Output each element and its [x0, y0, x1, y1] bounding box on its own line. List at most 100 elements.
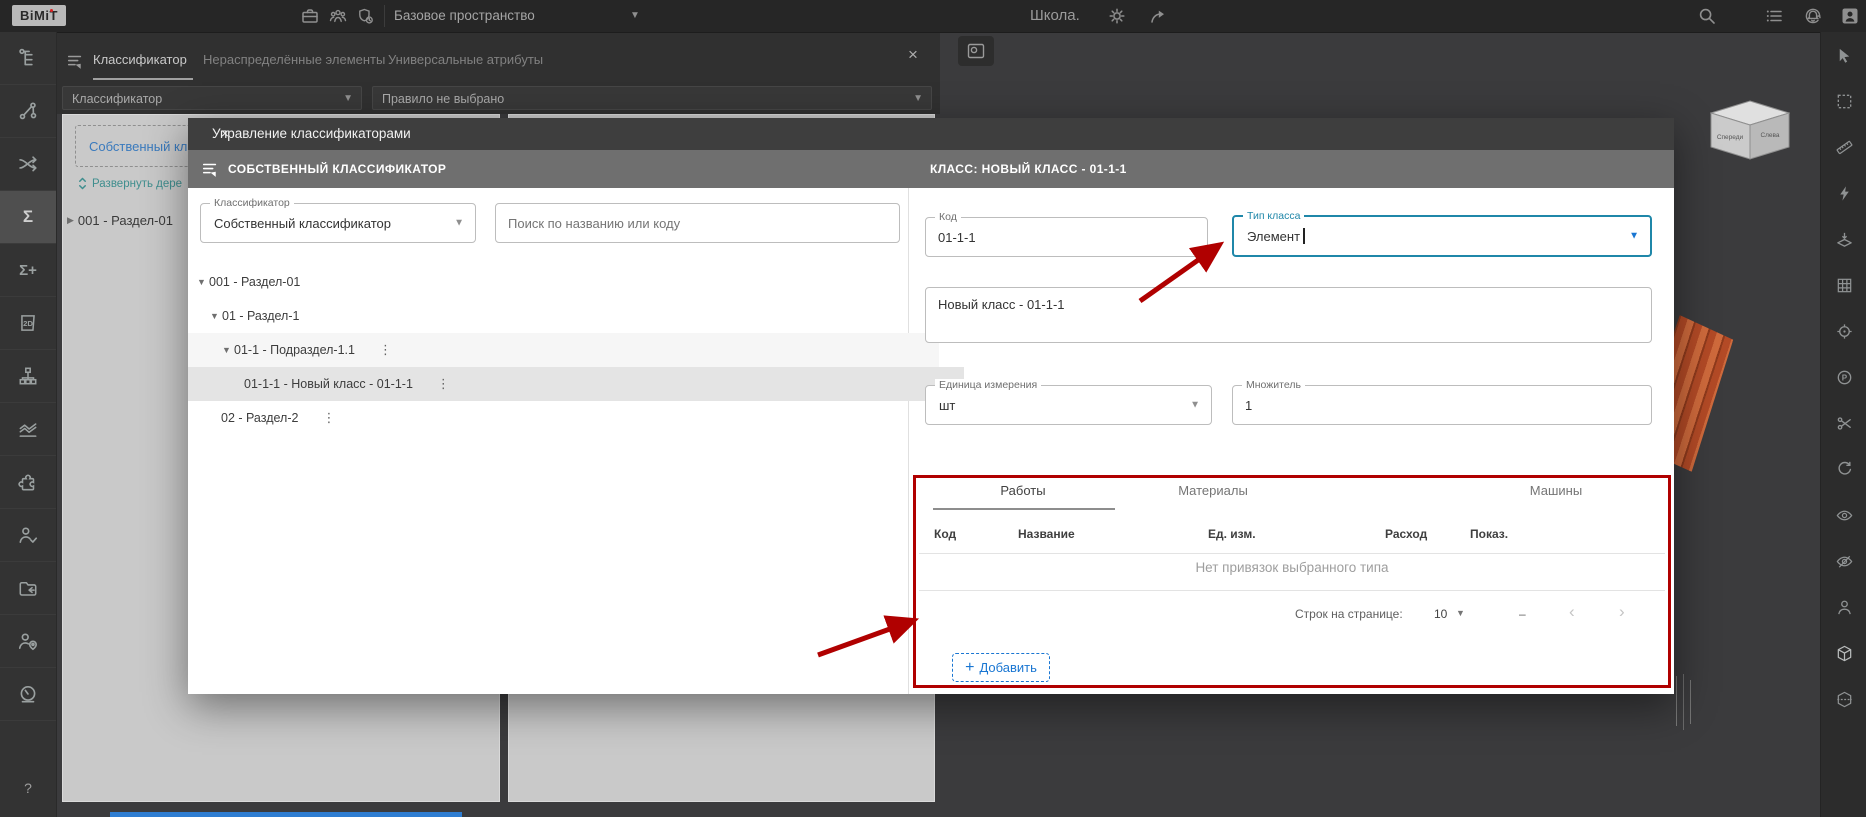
tree-node[interactable]: ▼ 01 - Раздел-1	[188, 299, 927, 333]
expand-caret-icon[interactable]: ▼	[219, 345, 234, 355]
briefcase-icon[interactable]	[300, 6, 320, 26]
classifier-select[interactable]: Классификатор Собственный классификатор …	[200, 203, 476, 243]
shuffle-icon[interactable]	[0, 138, 56, 191]
bottom-progress-bar	[110, 812, 462, 817]
workspace-caret-icon[interactable]: ▼	[630, 0, 640, 32]
tree-node[interactable]: ▼ 001 - Раздел-01	[188, 265, 914, 299]
node-menu-icon[interactable]: ⋮	[322, 410, 335, 426]
notifications-sync-icon[interactable]	[1803, 6, 1823, 26]
expand-tree-link[interactable]: Развернуть дере	[77, 177, 182, 190]
tree-node-selected[interactable]: 01-1-1 - Новый класс - 01-1-1 ⋮	[188, 367, 964, 401]
background-tree-node[interactable]: ▶ 001 - Раздел-01	[67, 213, 173, 228]
gear-icon[interactable]	[1107, 6, 1127, 26]
panel-close-icon[interactable]: ×	[908, 45, 918, 65]
folder-share-icon[interactable]	[0, 562, 56, 615]
ruler-icon[interactable]	[1821, 124, 1866, 170]
dialog-title-bar: Управление классификаторами ×	[188, 118, 1674, 150]
parking-icon[interactable]: P	[1821, 354, 1866, 400]
app-logo[interactable]: BiMiT	[12, 5, 66, 26]
class-type-select[interactable]: Тип класса Элемент ▼	[1232, 215, 1652, 257]
pointer-icon[interactable]	[1821, 32, 1866, 78]
tab-undistributed-elements[interactable]: Нераспределённые элементы	[203, 52, 385, 67]
tree-node[interactable]: 02 - Раздел-2 ⋮	[188, 401, 941, 435]
cube-section-icon[interactable]	[1821, 676, 1866, 722]
clash-icon[interactable]	[1821, 170, 1866, 216]
bindings-tab-indicator	[933, 508, 1115, 510]
tab-materials[interactable]: Материалы	[1178, 483, 1248, 498]
svg-text:2D: 2D	[23, 319, 33, 328]
code-input[interactable]	[938, 218, 1195, 256]
collapsed-caret-icon[interactable]: ▶	[67, 215, 74, 226]
model-tree-icon[interactable]	[0, 32, 56, 85]
plugins-icon[interactable]	[0, 456, 56, 509]
tree-search-field[interactable]	[495, 203, 900, 243]
search-icon[interactable]	[1697, 6, 1717, 26]
marquee-select-icon[interactable]	[1821, 78, 1866, 124]
user-check-icon[interactable]	[0, 509, 56, 562]
next-page-icon[interactable]: ›	[1619, 603, 1625, 621]
workspace-name[interactable]: Базовое пространство	[394, 0, 535, 32]
expand-caret-icon[interactable]: ▼	[194, 277, 209, 287]
cut-icon[interactable]	[1821, 400, 1866, 446]
hierarchy-icon[interactable]	[0, 350, 56, 403]
prev-page-icon[interactable]: ‹	[1569, 603, 1575, 621]
trends-icon[interactable]	[0, 403, 56, 456]
empty-state-text: Нет привязок выбранного типа	[913, 560, 1671, 575]
unit-caret-icon[interactable]: ▼	[1190, 400, 1200, 411]
dashboard-icon[interactable]	[0, 668, 56, 721]
refres h-icon[interactable]	[1821, 446, 1866, 492]
panel-menu-icon[interactable]	[66, 52, 84, 70]
tab-machines[interactable]: Машины	[1530, 483, 1582, 498]
node-menu-icon[interactable]: ⋮	[437, 376, 450, 392]
sum-add-icon[interactable]: Σ+	[0, 244, 56, 297]
add-binding-button[interactable]: + Добавить	[952, 653, 1050, 682]
section-plane-icon[interactable]	[1821, 216, 1866, 262]
person-view-icon[interactable]	[1821, 584, 1866, 630]
classifier-select-caret-icon: ▼	[454, 218, 464, 229]
multiplier-input[interactable]	[1245, 386, 1639, 424]
menu-list-icon[interactable]	[1764, 6, 1784, 26]
subheader-menu-icon[interactable]	[201, 160, 219, 178]
visibility-off-icon[interactable]	[1821, 538, 1866, 584]
share-icon[interactable]	[1148, 6, 1168, 26]
tree-node[interactable]: ▼ 01-1 - Подраздел-1.1 ⋮	[188, 333, 939, 367]
tab-works[interactable]: Работы	[1000, 483, 1045, 498]
selection-frame-tool[interactable]	[958, 36, 994, 66]
view-cube[interactable]: Спереди Слева	[1710, 100, 1790, 160]
user-location-icon[interactable]	[0, 615, 56, 668]
unit-select[interactable]: Единица измерения шт ▼	[925, 385, 1212, 425]
class-type-caret-icon[interactable]: ▼	[1629, 231, 1639, 242]
tab-universal-attributes[interactable]: Универсальные атрибуты	[388, 52, 543, 67]
viewport-line	[1676, 676, 1677, 726]
node-menu-icon[interactable]: ⋮	[379, 342, 392, 358]
shield-clock-icon[interactable]	[355, 6, 375, 26]
svg-text:Слева: Слева	[1760, 132, 1779, 139]
focus-target-icon[interactable]	[1821, 308, 1866, 354]
plus-icon: +	[965, 660, 974, 676]
account-icon[interactable]	[1840, 6, 1860, 26]
visibility-icon[interactable]	[1821, 492, 1866, 538]
tab-classifier[interactable]: Классификатор	[93, 52, 187, 67]
grid-icon[interactable]	[1821, 262, 1866, 308]
2d-view-icon[interactable]: 2D	[0, 297, 56, 350]
relations-icon[interactable]	[0, 85, 56, 138]
text-cursor	[1303, 228, 1305, 244]
help-button[interactable]: ?	[15, 780, 41, 796]
team-icon[interactable]	[328, 6, 348, 26]
dialog-close-icon[interactable]: ×	[212, 118, 238, 150]
rows-per-page-select[interactable]: 10	[1434, 607, 1447, 621]
code-field[interactable]: Код	[925, 217, 1208, 257]
right-toolbar: P	[1820, 32, 1866, 817]
rule-filter-select[interactable]: Правило не выбрано ▼	[372, 86, 932, 110]
classifier-filter-select[interactable]: Классификатор ▼	[62, 86, 362, 110]
cube-3d-icon[interactable]	[1821, 630, 1866, 676]
class-name-input[interactable]: Новый класс - 01-1-1	[938, 297, 1639, 333]
tree-search-input[interactable]	[508, 204, 887, 242]
multiplier-field[interactable]: Множитель	[1232, 385, 1652, 425]
unfold-icon	[77, 177, 88, 190]
expand-caret-icon[interactable]: ▼	[207, 311, 222, 321]
class-name-field[interactable]: Новый класс - 01-1-1	[925, 287, 1652, 343]
rows-per-page-caret-icon[interactable]: ▼	[1456, 608, 1465, 618]
sum-icon[interactable]: Σ	[0, 191, 56, 244]
logo-dot	[50, 9, 53, 12]
